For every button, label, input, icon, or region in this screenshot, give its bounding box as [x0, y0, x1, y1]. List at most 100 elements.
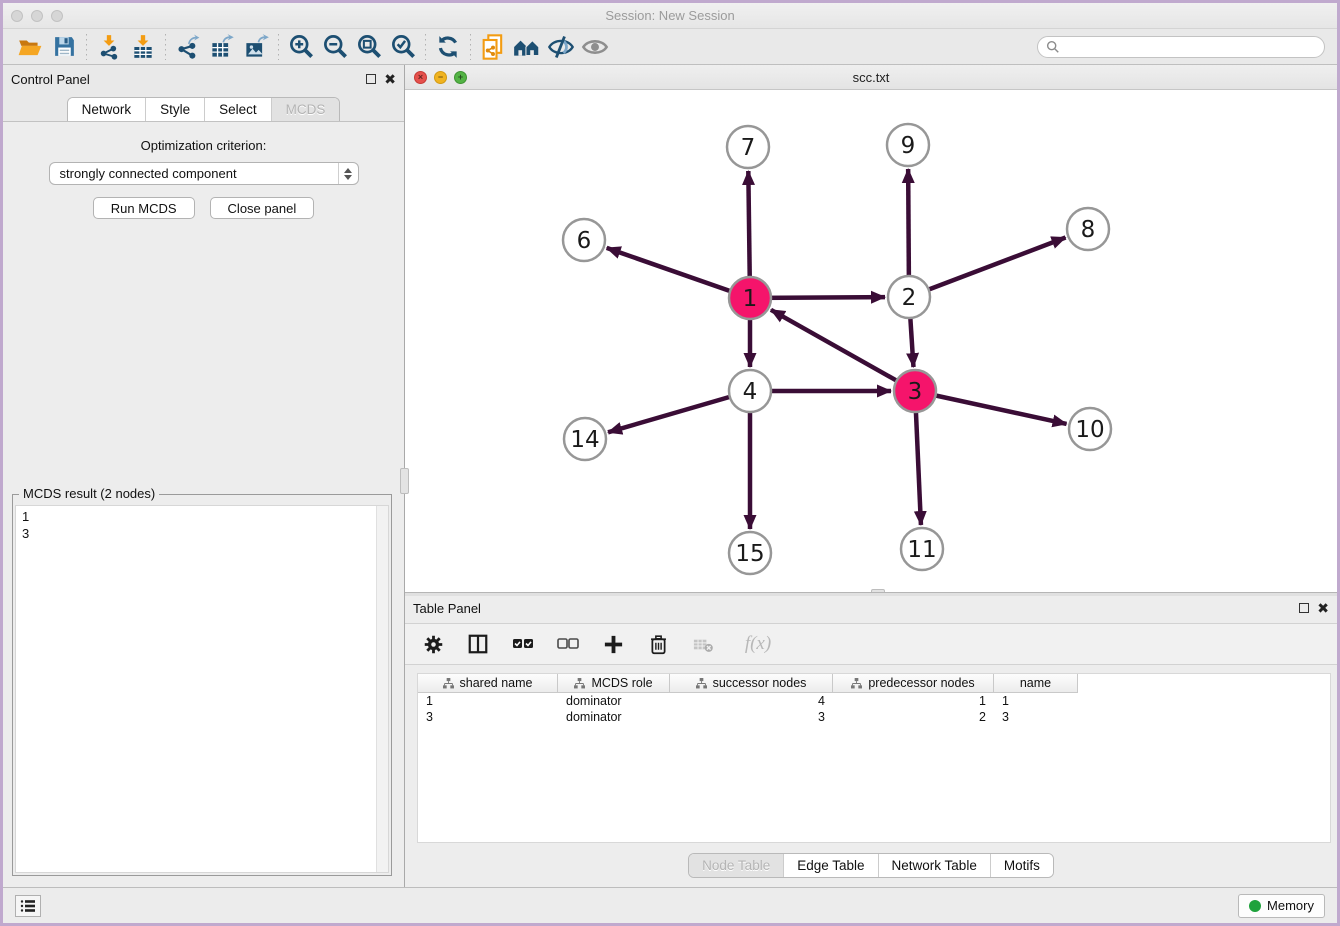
control-panel-title: Control Panel	[11, 72, 90, 87]
graph-edge-3-1[interactable]	[771, 310, 915, 391]
zoom-fit-icon	[356, 33, 383, 60]
save-session-button[interactable]	[47, 32, 81, 62]
memory-button[interactable]: Memory	[1238, 894, 1325, 918]
cell-mcds-role: dominator	[558, 693, 670, 709]
close-panel-button[interactable]: Close panel	[210, 197, 315, 219]
tab-motifs[interactable]: Motifs	[991, 854, 1053, 877]
tab-edge-table[interactable]: Edge Table	[784, 854, 878, 877]
cell-shared-name: 3	[418, 709, 558, 725]
export-table-button[interactable]	[205, 32, 239, 62]
apply-layout-button[interactable]	[431, 32, 465, 62]
search-icon	[1046, 40, 1060, 54]
table-panel-title: Table Panel	[413, 601, 481, 616]
graph-edge-2-8[interactable]	[909, 238, 1066, 297]
column-label: MCDS role	[591, 676, 652, 690]
graph-node-label-4: 4	[743, 379, 758, 405]
column-header-successor-nodes[interactable]: successor nodes	[670, 674, 833, 693]
select-all-button[interactable]	[511, 632, 535, 656]
export-network-icon	[175, 34, 201, 60]
column-label: successor nodes	[713, 676, 807, 690]
first-neighbors-button[interactable]	[510, 32, 544, 62]
search-input[interactable]	[1065, 40, 1316, 54]
criterion-dropdown[interactable]: strongly connected component	[49, 162, 359, 185]
hierarchy-icon	[851, 678, 862, 689]
import-network-icon	[96, 34, 122, 60]
table-settings-button[interactable]	[421, 632, 445, 656]
tab-network-table[interactable]: Network Table	[879, 854, 991, 877]
column-header-shared-name[interactable]: shared name	[418, 674, 558, 693]
network-close-button[interactable]: ×	[414, 71, 427, 84]
houses-icon	[512, 32, 542, 62]
main-toolbar	[3, 29, 1337, 65]
mcds-result-text[interactable]: 1 3	[16, 506, 376, 872]
zoom-in-button[interactable]	[284, 32, 318, 62]
clone-network-icon	[479, 33, 507, 61]
add-column-button[interactable]	[601, 632, 625, 656]
result-scrollbar[interactable]	[376, 506, 388, 872]
column-label: name	[1020, 676, 1051, 690]
zoom-in-icon	[288, 33, 315, 60]
graph-edge-3-10[interactable]	[915, 391, 1067, 424]
node-table: shared name MCDS role successor nodes	[417, 673, 1331, 843]
table-panel: Table Panel ✖	[405, 593, 1337, 887]
clone-network-button[interactable]	[476, 32, 510, 62]
hide-graphics-details-button[interactable]	[544, 32, 578, 62]
function-builder-button[interactable]: f(x)	[736, 632, 780, 656]
column-header-name[interactable]: name	[994, 674, 1078, 693]
cell-successor-nodes: 4	[670, 693, 833, 709]
tab-network[interactable]: Network	[68, 98, 147, 121]
delete-column-button[interactable]	[646, 632, 670, 656]
column-header-mcds-role[interactable]: MCDS role	[558, 674, 670, 693]
graph-node-label-1: 1	[743, 286, 758, 312]
tab-style[interactable]: Style	[146, 98, 205, 121]
export-network-button[interactable]	[171, 32, 205, 62]
tab-node-table[interactable]: Node Table	[689, 854, 784, 877]
optimization-criterion-label: Optimization criterion:	[3, 138, 404, 153]
search-box	[1037, 36, 1325, 58]
zoom-out-button[interactable]	[318, 32, 352, 62]
table-row[interactable]: 3 dominator 3 2 3	[418, 709, 1330, 725]
network-minimize-button[interactable]: −	[434, 71, 447, 84]
columns-icon	[467, 633, 489, 655]
close-panel-icon[interactable]: ✖	[384, 74, 396, 84]
vertical-splitter-grip[interactable]	[400, 468, 409, 494]
zoom-selected-button[interactable]	[386, 32, 420, 62]
import-network-button[interactable]	[92, 32, 126, 62]
hierarchy-icon	[696, 678, 707, 689]
zoom-fit-button[interactable]	[352, 32, 386, 62]
cell-name: 1	[994, 693, 1078, 709]
float-table-panel-icon[interactable]	[1299, 603, 1309, 613]
split-columns-button[interactable]	[466, 632, 490, 656]
import-table-button[interactable]	[126, 32, 160, 62]
network-zoom-button[interactable]: +	[454, 71, 467, 84]
tab-select[interactable]: Select	[205, 98, 272, 121]
network-canvas[interactable]: 1234678910111415	[405, 90, 1337, 592]
deselect-all-button[interactable]	[556, 632, 580, 656]
table-row[interactable]: 1 dominator 4 1 1	[418, 693, 1330, 709]
delete-table-icon	[692, 633, 715, 656]
graph-edge-1-6[interactable]	[607, 248, 750, 298]
show-graphics-details-button[interactable]	[578, 32, 612, 62]
window-titlebar: Session: New Session	[3, 3, 1337, 29]
column-header-predecessor-nodes[interactable]: predecessor nodes	[833, 674, 994, 693]
tab-mcds[interactable]: MCDS	[272, 98, 340, 121]
window-title: Session: New Session	[3, 8, 1337, 23]
result-line: 1	[22, 508, 370, 525]
network-graph[interactable]: 1234678910111415	[405, 90, 1337, 592]
network-window: × − + scc.txt 1234678910111415	[405, 65, 1337, 593]
run-mcds-button[interactable]: Run MCDS	[93, 197, 195, 219]
table-toolbar: f(x)	[405, 623, 1337, 665]
status-menu-button[interactable]	[15, 895, 41, 917]
horizontal-splitter-grip[interactable]	[871, 589, 885, 592]
node-table-header: shared name MCDS role successor nodes	[418, 674, 1330, 693]
graph-node-label-11: 11	[907, 537, 936, 563]
close-table-panel-icon[interactable]: ✖	[1317, 603, 1329, 613]
delete-table-button[interactable]	[691, 632, 715, 656]
plus-icon	[602, 633, 625, 656]
float-panel-icon[interactable]	[366, 74, 376, 84]
export-image-button[interactable]	[239, 32, 273, 62]
zoom-out-icon	[322, 33, 349, 60]
open-session-button[interactable]	[13, 32, 47, 62]
graph-node-label-7: 7	[741, 135, 756, 161]
cell-predecessor-nodes: 2	[833, 709, 994, 725]
